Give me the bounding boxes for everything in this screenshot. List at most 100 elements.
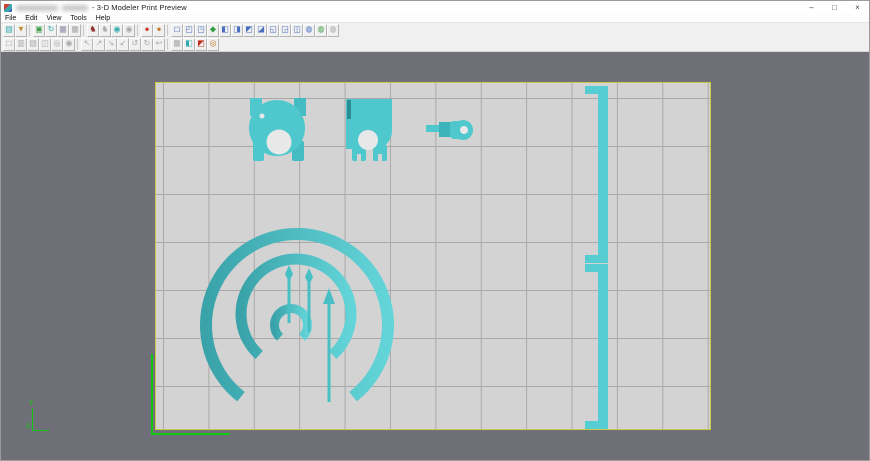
rotate-z-button: ↘ — [105, 38, 117, 51]
view-se-iso-button[interactable]: ◲ — [279, 24, 291, 37]
support-material-button[interactable]: ◩ — [195, 38, 207, 51]
view-se-iso-icon: ◲ — [281, 26, 289, 34]
toolbar-row-1: ▤▼▣↻▦▦♞♞◉◉●●◻◰◳◆◧◨◩◪◱◲◫◍◍◍ — [1, 23, 869, 37]
orbit-view-button[interactable]: ↻ — [45, 24, 57, 37]
rotate-y-button: ↗ — [93, 38, 105, 51]
view-front-button[interactable]: ◻ — [171, 24, 183, 37]
axis-gizmo-horizontal — [32, 430, 49, 431]
toolbar-separator — [81, 24, 87, 37]
orbit-view-icon: ↻ — [48, 26, 55, 34]
open-model-button[interactable]: ▤ — [3, 24, 15, 37]
snapshot-button: ◉ — [63, 38, 75, 51]
rail-bracket-upper[interactable] — [585, 86, 608, 263]
zoom-selection-icon: ◍ — [318, 26, 325, 34]
zoom-in-button[interactable]: ◉ — [111, 24, 123, 37]
motor-bracket-right[interactable] — [346, 99, 392, 161]
view-ne-iso-button[interactable]: ◫ — [291, 24, 303, 37]
menu-view[interactable]: View — [46, 15, 61, 22]
part-properties-alt-icon: ♞ — [101, 26, 108, 34]
view-sw-iso-button[interactable]: ◱ — [267, 24, 279, 37]
minimize-button[interactable]: – — [800, 1, 823, 14]
view-left-icon: ◧ — [221, 26, 229, 34]
menu-help[interactable]: Help — [96, 15, 110, 22]
shaded-view-button[interactable]: ▣ — [33, 24, 45, 37]
save-scene-button[interactable]: ▼ — [15, 24, 27, 37]
orientation-ball-icon: ● — [157, 26, 162, 34]
zoom-extents-icon: ◍ — [306, 26, 313, 34]
redacted-filename — [16, 5, 58, 11]
toolbar-row-2: ◻▥▤◫◎◉↖↗↘↙↺↻↩▦◧◩◎ — [1, 37, 869, 51]
menu-file[interactable]: File — [5, 15, 16, 22]
origin-axis-vertical — [151, 354, 153, 435]
zoom-in-icon: ◉ — [114, 26, 121, 34]
menu-bar: File Edit View Tools Help — [1, 14, 869, 23]
view-top-button[interactable]: ◳ — [195, 24, 207, 37]
view-bottom-icon: ◪ — [257, 26, 265, 34]
view-left-button[interactable]: ◧ — [219, 24, 231, 37]
wireframe-view-button: ▦ — [69, 24, 81, 37]
zoom-out-button: ◉ — [123, 24, 135, 37]
toolbar-separator — [165, 24, 171, 37]
toolbar-area: ▤▼▣↻▦▦♞♞◉◉●●◻◰◳◆◧◨◩◪◱◲◫◍◍◍ ◻▥▤◫◎◉↖↗↘↙↺↻↩… — [1, 23, 869, 52]
view-bottom-button[interactable]: ◪ — [255, 24, 267, 37]
view-back-button[interactable]: ◩ — [243, 24, 255, 37]
reset-transform-icon: ↩ — [156, 40, 163, 48]
toolbar-separator — [135, 24, 141, 37]
app-icon — [4, 4, 12, 12]
mirror-part-button: ↙ — [117, 38, 129, 51]
part-properties-alt-button: ♞ — [99, 24, 111, 37]
fit-to-view-button[interactable]: ◆ — [207, 24, 219, 37]
axis-gizmo-y-label: Y — [29, 401, 33, 407]
origin-axis-horizontal — [151, 433, 230, 435]
model-material-button[interactable]: ◧ — [183, 38, 195, 51]
maximize-button[interactable]: □ — [823, 1, 846, 14]
title-separator: - — [92, 3, 95, 12]
toolbar-separator — [27, 24, 33, 37]
part-properties-icon: ♞ — [89, 26, 96, 34]
pack-parts-button: ▦ — [171, 38, 183, 51]
redacted-filename — [62, 5, 88, 11]
redo-transform-icon: ↻ — [144, 40, 151, 48]
small-hoop[interactable] — [275, 309, 308, 338]
pin-long[interactable] — [323, 288, 335, 402]
build-plate-canvas[interactable] — [155, 82, 711, 430]
shaded-view-icon: ▣ — [35, 26, 43, 34]
snapshot-icon: ◉ — [66, 40, 73, 48]
open-model-icon: ▤ — [5, 26, 13, 34]
window-controls: – □ × — [800, 1, 869, 14]
reset-transform-button: ↩ — [153, 38, 165, 51]
pin-short-left[interactable] — [285, 265, 293, 323]
print-icon: ◻ — [6, 40, 13, 48]
pivot-link[interactable] — [426, 120, 473, 140]
menu-tools[interactable]: Tools — [70, 15, 86, 22]
zoom-selection-button[interactable]: ◍ — [315, 24, 327, 37]
zoom-previous-button: ◍ — [327, 24, 339, 37]
view-iso-button[interactable]: ◰ — [183, 24, 195, 37]
print-button: ◻ — [3, 38, 15, 51]
view-right-button[interactable]: ◨ — [231, 24, 243, 37]
axis-gizmo-z-label: Z — [26, 424, 30, 430]
close-button[interactable]: × — [846, 1, 869, 14]
render-material-button[interactable]: ● — [141, 24, 153, 37]
toolbar-separator — [165, 38, 171, 51]
mirror-part-icon: ↙ — [120, 40, 127, 48]
orientation-ball-button[interactable]: ● — [153, 24, 165, 37]
render-material-icon: ● — [145, 26, 150, 34]
build-region-icon: ◎ — [210, 40, 217, 48]
undo-transform-icon: ↺ — [132, 40, 139, 48]
refresh-scene-icon: ◎ — [54, 40, 61, 48]
redo-transform-button: ↻ — [141, 38, 153, 51]
build-region-button[interactable]: ◎ — [207, 38, 219, 51]
page-layout-button: ▤ — [27, 38, 39, 51]
motor-bracket-left[interactable] — [249, 98, 306, 161]
part-properties-button[interactable]: ♞ — [87, 24, 99, 37]
rail-bracket-lower[interactable] — [585, 264, 608, 429]
model-material-icon: ◧ — [185, 40, 193, 48]
pan-view-button[interactable]: ▦ — [57, 24, 69, 37]
zoom-extents-button[interactable]: ◍ — [303, 24, 315, 37]
menu-edit[interactable]: Edit — [25, 15, 37, 22]
zoom-previous-icon: ◍ — [330, 26, 337, 34]
rotate-y-icon: ↗ — [96, 40, 103, 48]
duplicate-part-icon: ◫ — [41, 40, 49, 48]
refresh-scene-button: ◎ — [51, 38, 63, 51]
